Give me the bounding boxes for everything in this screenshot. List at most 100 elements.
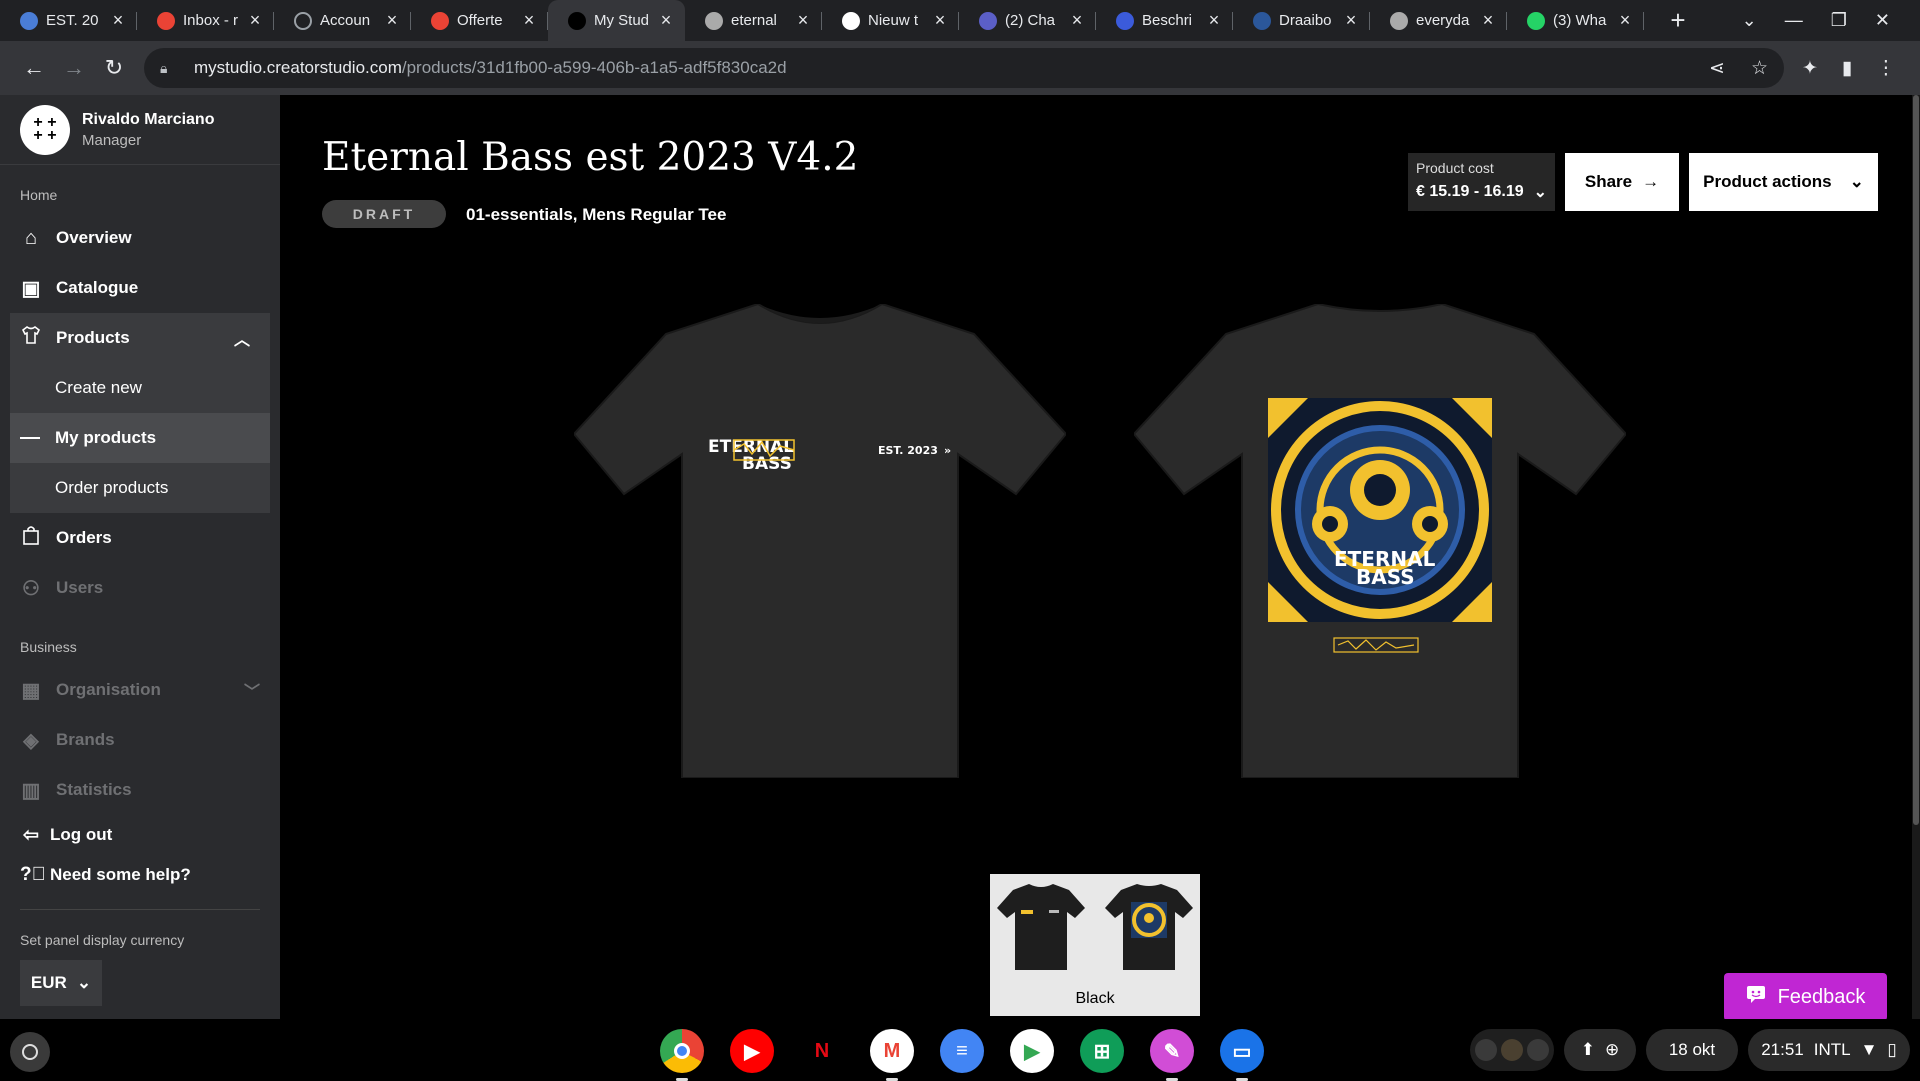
sidebar-item-label: Catalogue <box>56 278 139 297</box>
sidebar-item-my-products[interactable]: My products <box>10 413 270 463</box>
holding-space-thumbnails[interactable] <box>1470 1029 1554 1071</box>
sidebar-item-statistics[interactable]: ▥ Statistics <box>0 765 280 815</box>
feedback-button[interactable]: Feedback <box>1724 973 1887 1021</box>
sidebar-item-orders[interactable]: Orders <box>0 513 280 563</box>
back-icon[interactable]: ← <box>14 55 54 81</box>
chrome-canary-icon <box>20 11 38 30</box>
browser-tab[interactable]: Accoun × <box>274 0 411 41</box>
tab-close-icon[interactable]: × <box>1342 10 1360 31</box>
scrollbar[interactable] <box>1912 95 1920 1019</box>
tab-close-icon[interactable]: × <box>657 10 675 31</box>
forward-icon[interactable]: → <box>54 55 94 81</box>
tab-close-icon[interactable]: × <box>1205 10 1223 31</box>
share-page-icon[interactable]: ⋖ <box>1709 57 1725 80</box>
youtube-app-icon[interactable]: ▶ <box>730 1029 774 1073</box>
browser-tab[interactable]: EST. 20 × <box>0 0 137 41</box>
log-out-label: Log out <box>50 825 113 844</box>
divider <box>20 909 260 910</box>
word-icon <box>1253 11 1271 30</box>
quick-actions-tray[interactable]: ⬆︎ ⊕ <box>1564 1029 1636 1071</box>
browser-tab[interactable]: Inbox - r × <box>137 0 274 41</box>
new-tab-button[interactable]: + <box>1658 5 1698 36</box>
play-store-app-icon[interactable]: ▶ <box>1010 1029 1054 1073</box>
upload-icon[interactable]: ⬆︎ <box>1581 1040 1595 1060</box>
sidebar-item-overview[interactable]: ⌂ Overview <box>0 213 280 263</box>
tab-close-icon[interactable]: × <box>520 10 538 31</box>
files-app-icon[interactable]: ▭ <box>1220 1029 1264 1081</box>
share-button[interactable]: Share → <box>1565 153 1679 211</box>
sidebar-item-products[interactable]: Products ︿ <box>10 313 270 363</box>
address-bar[interactable]: 🔒︎ mystudio.creatorstudio.com/products/3… <box>144 48 1784 88</box>
browser-tab[interactable]: everyda × <box>1370 0 1507 41</box>
browser-tab[interactable]: Offerte × <box>411 0 548 41</box>
browser-tab[interactable]: (2) Cha × <box>959 0 1096 41</box>
sidebar-item-users[interactable]: ⚇ Users <box>0 563 280 613</box>
minimize-icon[interactable]: — <box>1785 10 1803 31</box>
scrollbar-thumb[interactable] <box>1913 95 1919 825</box>
add-icon[interactable]: ⊕ <box>1605 1040 1619 1060</box>
browser-tab[interactable]: Nieuw t × <box>822 0 959 41</box>
product-actions-button[interactable]: Product actions ⌄ <box>1689 153 1878 211</box>
url-path: /products/31d1fb00-a599-406b-a1a5-adf5f8… <box>401 58 787 77</box>
netflix-app-icon[interactable]: N <box>800 1029 844 1073</box>
currency-select[interactable]: EUR ⌄ <box>20 960 102 1006</box>
os-shelf: ▶ N M ≡ ▶ ⊞ ✎ ▭ ⬆︎ ⊕ 18 okt 21:51 INTL ▼ ▯ <box>0 1019 1920 1081</box>
status-tray[interactable]: 21:51 INTL ▼ ▯ <box>1748 1029 1910 1071</box>
edge-icon <box>1116 11 1134 30</box>
chrome-app-icon[interactable] <box>660 1029 704 1081</box>
lock-icon[interactable]: 🔒︎ <box>160 60 180 77</box>
bookmark-star-icon[interactable]: ☆ <box>1751 57 1768 80</box>
whatsapp-icon <box>1527 11 1545 30</box>
extensions-icon[interactable]: ✦ <box>1802 57 1818 80</box>
tab-title: Beschri <box>1142 12 1193 29</box>
log-out-button[interactable]: ⇦ Log out <box>0 815 280 855</box>
date-tray[interactable]: 18 okt <box>1646 1029 1738 1071</box>
main-content: Eternal Bass est 2023 V4.2 DRAFT 01-esse… <box>280 95 1920 1019</box>
sidebar-item-order-products[interactable]: Order products <box>10 463 270 513</box>
tab-title: EST. 20 <box>46 12 99 29</box>
sidebar-item-organisation[interactable]: ▦ Organisation ﹀ <box>0 665 280 715</box>
sidebar-item-label: Statistics <box>56 780 132 799</box>
tab-close-icon[interactable]: × <box>383 10 401 31</box>
gmail-app-icon[interactable]: M <box>870 1029 914 1081</box>
docs-app-icon[interactable]: ≡ <box>940 1029 984 1073</box>
browser-tab[interactable]: Beschri × <box>1096 0 1233 41</box>
sidebar-item-create-new[interactable]: Create new <box>10 363 270 413</box>
sidebar-item-catalogue[interactable]: ▣ Catalogue <box>0 263 280 313</box>
sidebar-item-brands[interactable]: ◈ Brands <box>0 715 280 765</box>
chevron-up-icon[interactable]: ︿ <box>234 326 250 350</box>
catalogue-icon: ▣ <box>21 277 41 300</box>
chevron-down-icon: ⌄ <box>76 973 92 992</box>
tab-close-icon[interactable]: × <box>246 10 264 31</box>
tab-close-icon[interactable]: × <box>1068 10 1086 31</box>
product-cost-dropdown[interactable]: Product cost € 15.19 - 16.19 ⌄ <box>1408 153 1555 211</box>
browser-tab[interactable]: Draaibo × <box>1233 0 1370 41</box>
users-icon: ⚇ <box>22 577 40 600</box>
help-link[interactable]: ?⃝ Need some help? <box>0 855 280 895</box>
tab-title: Nieuw t <box>868 12 919 29</box>
teams-icon <box>979 11 997 30</box>
tab-close-icon[interactable]: × <box>1479 10 1497 31</box>
close-window-icon[interactable]: ✕ <box>1875 10 1890 31</box>
sheets-app-icon[interactable]: ⊞ <box>1080 1029 1124 1073</box>
tab-title: Offerte <box>457 12 503 29</box>
canvas-app-icon[interactable]: ✎ <box>1150 1029 1194 1081</box>
user-profile[interactable]: + + + + Rivaldo Marciano Manager <box>0 95 280 165</box>
variant-color-black[interactable]: Black <box>990 874 1200 1016</box>
browser-menu-icon[interactable]: ⋮ <box>1876 57 1895 80</box>
tab-close-icon[interactable]: × <box>1616 10 1634 31</box>
tab-close-icon[interactable]: × <box>794 10 812 31</box>
browser-tab[interactable]: eternal × <box>685 0 822 41</box>
tab-close-icon[interactable]: × <box>931 10 949 31</box>
tab-search-icon[interactable]: ⌄ <box>1742 10 1757 31</box>
reload-icon[interactable]: ↻ <box>94 55 134 81</box>
launcher-icon[interactable] <box>10 1032 50 1072</box>
products-submenu: Create new My products Order products <box>10 363 270 513</box>
building-icon: ▦ <box>21 679 41 702</box>
side-panel-icon[interactable]: ▮ <box>1842 57 1852 80</box>
restore-icon[interactable]: ❐ <box>1831 10 1847 31</box>
sidebar-item-label: Products <box>56 328 130 347</box>
tab-close-icon[interactable]: × <box>109 10 127 31</box>
browser-tab[interactable]: (3) Wha × <box>1507 0 1644 41</box>
browser-tab[interactable]: My Stud × <box>548 0 685 41</box>
